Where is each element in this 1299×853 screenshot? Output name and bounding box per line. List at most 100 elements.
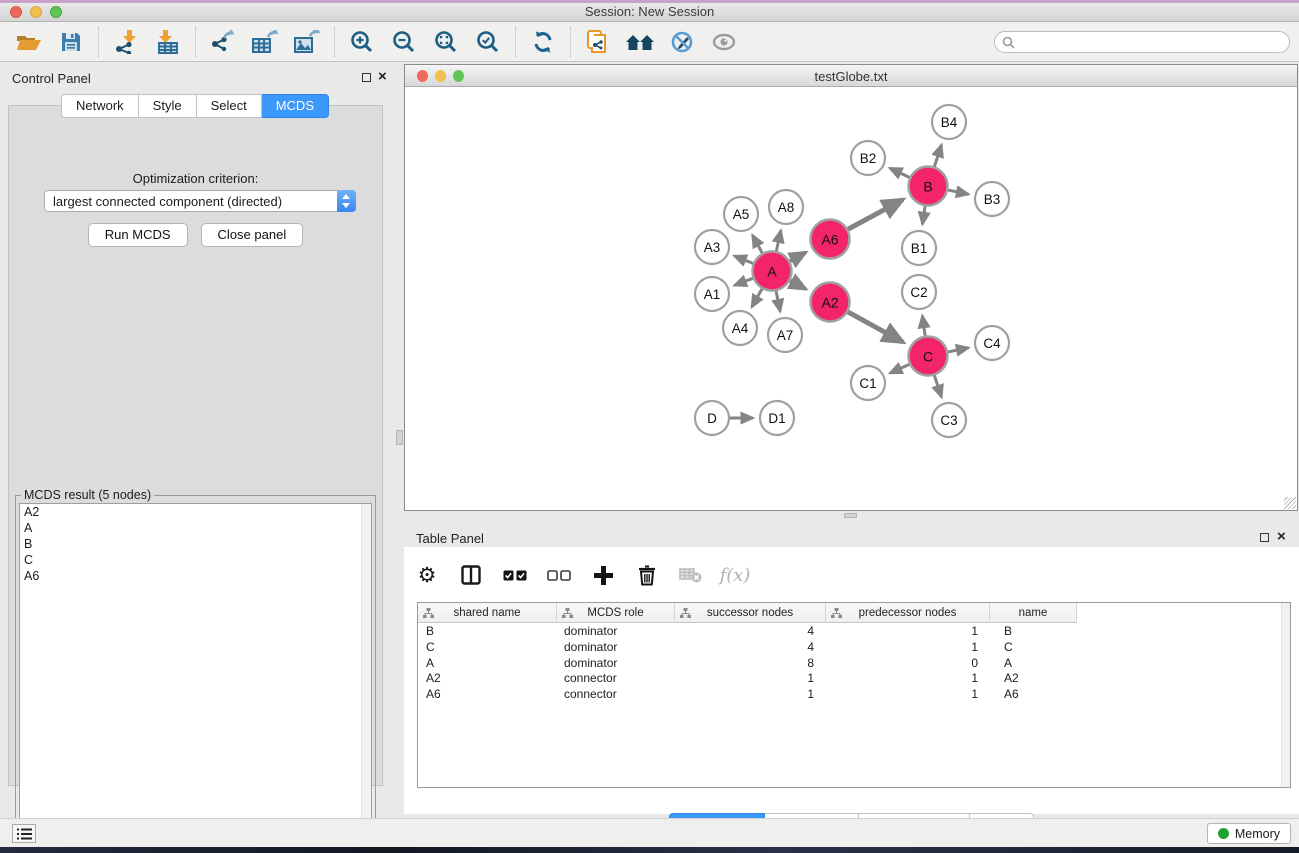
mcds-result-list[interactable]: A2 A B C A6 <box>19 503 372 839</box>
import-table-icon[interactable] <box>150 25 186 59</box>
close-panel-button[interactable]: Close panel <box>201 223 304 247</box>
network-canvas[interactable]: B4 B2 B B3 A8 A5 A6 A3 B1 A C2 A1 A2 A4 A7 C4 C C1 C3 D D1 <box>405 87 1297 510</box>
graph-edge-A-A4[interactable] <box>752 289 762 307</box>
optimization-select[interactable]: largest connected component (directed) <box>44 190 356 212</box>
settings-gear-icon[interactable]: ⚙ <box>414 562 440 588</box>
graph-edge-A-A6[interactable] <box>790 252 806 261</box>
memory-button[interactable]: Memory <box>1207 823 1291 844</box>
graph-node-A5[interactable]: A5 <box>724 197 758 231</box>
graph-edge-C-C3[interactable] <box>934 375 941 397</box>
graph-node-C4[interactable]: C4 <box>975 326 1009 360</box>
export-table-icon[interactable] <box>247 25 283 59</box>
hide-graphics-details-icon[interactable] <box>664 25 700 59</box>
zoom-fit-icon[interactable] <box>428 25 464 59</box>
horizontal-splitter-handle[interactable] <box>844 513 857 518</box>
float-table-panel-icon[interactable] <box>1260 533 1269 542</box>
table-scrollbar[interactable] <box>1281 603 1290 787</box>
list-scrollbar[interactable] <box>361 504 371 838</box>
zoom-in-icon[interactable] <box>344 25 380 59</box>
table-row[interactable]: A dominator 8 0 A <box>418 656 1280 672</box>
delete-column-icon[interactable] <box>634 562 660 588</box>
graph-node-D1[interactable]: D1 <box>760 401 794 435</box>
table-row[interactable]: B dominator 4 1 B <box>418 624 1280 640</box>
zoom-selected-icon[interactable] <box>470 25 506 59</box>
task-history-button[interactable] <box>12 824 36 843</box>
list-item[interactable]: A2 <box>20 504 371 520</box>
search-input[interactable] <box>1019 33 1289 51</box>
column-header-name[interactable]: name <box>990 603 1077 623</box>
graph-node-B1[interactable]: B1 <box>902 231 936 265</box>
close-panel-icon[interactable]: × <box>378 68 387 85</box>
network-window-titlebar[interactable]: testGlobe.txt <box>405 65 1297 87</box>
table-row[interactable]: A2 connector 1 1 A2 <box>418 671 1280 687</box>
graph-node-C2[interactable]: C2 <box>902 275 936 309</box>
graph-edge-C-C1[interactable] <box>890 364 909 373</box>
graph-edge-A-A7[interactable] <box>776 291 780 311</box>
column-view-icon[interactable] <box>458 562 484 588</box>
clone-network-icon[interactable] <box>580 25 616 59</box>
zoom-out-icon[interactable] <box>386 25 422 59</box>
table-row[interactable]: A6 connector 1 1 A6 <box>418 687 1280 703</box>
list-item[interactable]: B <box>20 536 371 552</box>
resize-grip[interactable] <box>1284 497 1296 509</box>
list-item[interactable]: C <box>20 552 371 568</box>
graph-edge-A2-C[interactable] <box>848 312 903 342</box>
graph-edge-A-A8[interactable] <box>776 230 780 251</box>
graph-edge-A-A5[interactable] <box>752 235 762 253</box>
import-network-icon[interactable] <box>108 25 144 59</box>
column-header-shared-name[interactable]: shared name <box>418 603 557 623</box>
home-icon[interactable] <box>622 25 658 59</box>
graph-edge-C-C2[interactable] <box>922 316 925 336</box>
graph-node-A8[interactable]: A8 <box>769 190 803 224</box>
graph-edge-A-A3[interactable] <box>734 256 753 263</box>
search-field[interactable] <box>994 31 1290 53</box>
graph-node-C3[interactable]: C3 <box>932 403 966 437</box>
export-network-icon[interactable] <box>205 25 241 59</box>
list-item[interactable]: A <box>20 520 371 536</box>
graph-node-A1[interactable]: A1 <box>695 277 729 311</box>
vertical-splitter-handle[interactable] <box>396 430 403 445</box>
run-mcds-button[interactable]: Run MCDS <box>88 223 188 247</box>
graph-node-B2[interactable]: B2 <box>851 141 885 175</box>
graph-edge-B-B1[interactable] <box>922 206 925 224</box>
graph-edge-A6-B[interactable] <box>848 200 903 230</box>
tab-style[interactable]: Style <box>139 94 197 118</box>
column-header-successor-nodes[interactable]: successor nodes <box>675 603 826 623</box>
graph-node-A4[interactable]: A4 <box>723 311 757 345</box>
graph-edge-A-A2[interactable] <box>790 281 806 289</box>
save-session-icon[interactable] <box>53 25 89 59</box>
add-column-icon[interactable] <box>590 562 616 588</box>
graph-edge-B-B2[interactable] <box>890 168 910 177</box>
eye-icon[interactable] <box>706 25 742 59</box>
tab-network[interactable]: Network <box>61 94 139 118</box>
graph-edge-A-A1[interactable] <box>734 278 752 285</box>
select-all-checkboxes-icon[interactable] <box>502 562 528 588</box>
graph-node-A7[interactable]: A7 <box>768 318 802 352</box>
graph-node-A2[interactable]: A2 <box>811 283 850 322</box>
graph-edge-B-B3[interactable] <box>948 190 968 194</box>
graph-node-B[interactable]: B <box>909 167 948 206</box>
tab-select[interactable]: Select <box>197 94 262 118</box>
refresh-icon[interactable] <box>525 25 561 59</box>
tab-mcds[interactable]: MCDS <box>262 94 329 118</box>
graph-node-C[interactable]: C <box>909 337 948 376</box>
graph-node-C1[interactable]: C1 <box>851 366 885 400</box>
graph-node-D[interactable]: D <box>695 401 729 435</box>
graph-node-A6[interactable]: A6 <box>811 220 850 259</box>
graph-edge-B-B4[interactable] <box>934 145 941 167</box>
deselect-all-checkboxes-icon[interactable] <box>546 562 572 588</box>
column-header-mcds-role[interactable]: MCDS role <box>557 603 675 623</box>
graph-node-A3[interactable]: A3 <box>695 230 729 264</box>
float-panel-icon[interactable] <box>362 73 371 82</box>
open-session-icon[interactable] <box>11 25 47 59</box>
list-item[interactable]: A6 <box>20 568 371 584</box>
graph-node-A[interactable]: A <box>753 252 792 291</box>
delete-table-icon[interactable] <box>678 562 704 588</box>
graph-node-B4[interactable]: B4 <box>932 105 966 139</box>
function-builder-icon[interactable]: f(x) <box>722 562 748 588</box>
export-image-icon[interactable] <box>289 25 325 59</box>
column-header-predecessor-nodes[interactable]: predecessor nodes <box>826 603 990 623</box>
graph-edge-C-C4[interactable] <box>948 348 968 352</box>
graph-node-B3[interactable]: B3 <box>975 182 1009 216</box>
close-table-panel-icon[interactable]: × <box>1277 528 1286 545</box>
